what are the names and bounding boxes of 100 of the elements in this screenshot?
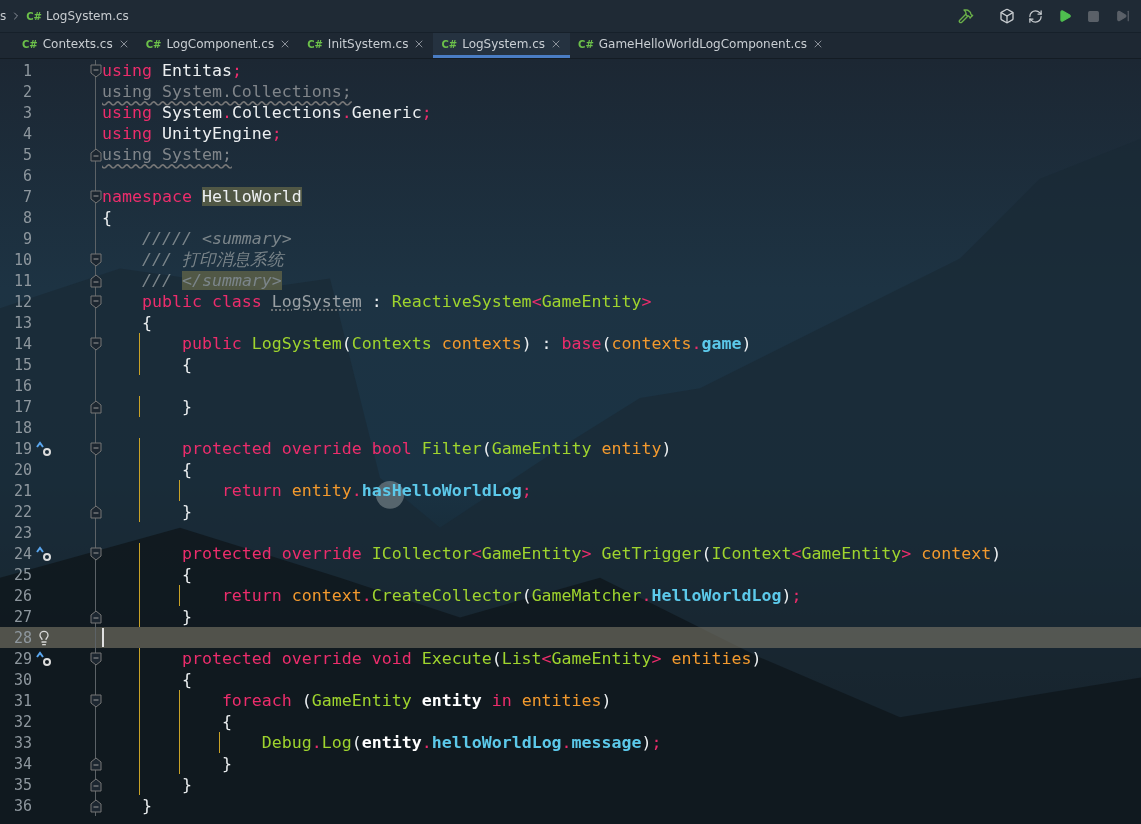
skip-forward-icon[interactable] [1115,9,1130,23]
tab-label: LogSystem.cs [462,37,546,51]
file-tab[interactable]: C# LogSystem.cs [433,33,571,58]
line-number: 25 [12,565,32,584]
override-marker-icon[interactable] [35,440,53,457]
fold-marker-icon[interactable] [90,189,102,204]
code-line: public class LogSystem : ReactiveSystem<GameEntity> [140,292,652,311]
stop-icon[interactable] [1087,9,1100,23]
play-icon[interactable] [1057,9,1072,23]
line-number: 24 [12,544,32,563]
code-line: { [180,670,192,689]
line-number: 23 [12,523,32,542]
line-number: 17 [12,397,32,416]
csharp-file-icon: C# [26,10,42,22]
code-line: using System; [102,145,232,164]
line-number: 31 [12,691,32,710]
fold-marker-icon[interactable] [90,336,102,351]
code-line: } [180,397,192,416]
code-line: } [180,502,192,521]
fold-marker-icon[interactable] [90,756,102,771]
refresh-icon[interactable] [1028,8,1043,24]
fold-marker-icon[interactable] [90,399,102,414]
override-marker-icon[interactable] [35,650,53,667]
tab-label: Contexts.cs [42,37,113,51]
fold-marker-icon[interactable] [90,693,102,708]
csharp-file-icon: C# [441,38,458,50]
code-line: protected override ICollector<GameEntity> GetTrigger(IContext<GameEntity> context) [180,544,1002,563]
line-number: 11 [12,271,32,290]
cube-icon[interactable] [998,8,1015,24]
code-line: { [220,712,232,731]
fold-marker-icon[interactable] [90,777,102,792]
fold-marker-icon[interactable] [90,609,102,624]
line-number: 27 [12,607,32,626]
fold-marker-icon[interactable] [90,546,102,561]
line-number: 26 [12,586,32,605]
fold-marker-icon[interactable] [90,273,102,288]
fold-marker-icon[interactable] [90,252,102,267]
code-line: } [140,796,152,815]
csharp-file-icon: C# [145,38,162,50]
text-caret [102,628,104,647]
fold-marker-icon[interactable] [90,441,102,456]
code-line: using System.Collections.Generic; [102,103,432,122]
line-number: 14 [12,334,32,353]
line-number: 1 [21,61,32,80]
lightbulb-icon[interactable] [36,629,52,646]
line-number: 13 [12,313,32,332]
line-number: 3 [21,103,32,122]
code-line: Debug.Log(entity.helloWorldLog.message); [260,733,662,752]
code-line: } [180,775,192,794]
line-number: 15 [12,355,32,374]
code-line: using Entitas; [102,61,242,80]
fold-marker-icon[interactable] [90,294,102,309]
code-line: { [102,208,112,227]
line-number: 8 [21,208,32,227]
line-number: 29 [12,649,32,668]
code-line: /// 打印消息系统 [140,248,284,271]
code-line: { [180,565,192,584]
code-line: { [180,460,192,479]
tab-label: LogComponent.cs [166,37,275,51]
tab-label: InitSystem.cs [327,37,409,51]
line-number: 36 [12,796,32,815]
file-tab[interactable]: C# Contexts.cs [14,33,138,58]
code-line: { [140,313,152,332]
breadcrumb-item[interactable]: LogSystem.cs [46,9,129,23]
line-number: 9 [21,229,32,248]
code-line: { [180,355,192,374]
code-line: using UnityEngine; [102,124,282,143]
line-number: 7 [21,187,32,206]
line-number: 6 [21,166,32,185]
code-line: return entity.hasHelloWorldLog; [220,481,532,500]
line-number: 5 [21,145,32,164]
code-line: } [180,607,192,626]
fold-marker-icon[interactable] [90,798,102,813]
file-tab[interactable]: C# LogComponent.cs [137,33,300,58]
line-number: 21 [12,481,32,500]
hammer-icon[interactable] [957,8,974,24]
csharp-file-icon: C# [22,38,38,50]
line-number: 18 [12,418,32,437]
fold-marker-icon[interactable] [90,63,102,78]
code-line: return context.CreateCollector(GameMatcher.HelloWorldLog); [220,586,802,605]
fold-marker-icon[interactable] [90,651,102,666]
code-line: foreach (GameEntity entity in entities) [220,691,612,710]
line-number: 20 [12,460,32,479]
file-tab[interactable]: C# InitSystem.cs [299,33,434,58]
file-tab[interactable]: C# GameHelloWorldLogComponent.cs [570,33,833,58]
fold-marker-icon[interactable] [90,504,102,519]
code-line: public LogSystem(Contexts contexts) : base(contexts.game) [180,334,752,353]
tab-label: GameHelloWorldLogComponent.cs [598,37,808,51]
code-line: protected override void Execute(List<GameEntity> entities) [180,649,762,668]
line-number: 32 [12,712,32,731]
line-number: 4 [21,124,32,143]
code-line: } [220,754,232,773]
code-line: using System.Collections; [102,82,352,101]
line-number: 12 [12,292,32,311]
line-number: 34 [12,754,32,773]
override-marker-icon[interactable] [35,545,53,562]
breadcrumb-item[interactable]: s [0,9,7,23]
line-number: 19 [12,439,32,458]
fold-marker-icon[interactable] [90,147,102,162]
line-number: 30 [12,670,32,689]
